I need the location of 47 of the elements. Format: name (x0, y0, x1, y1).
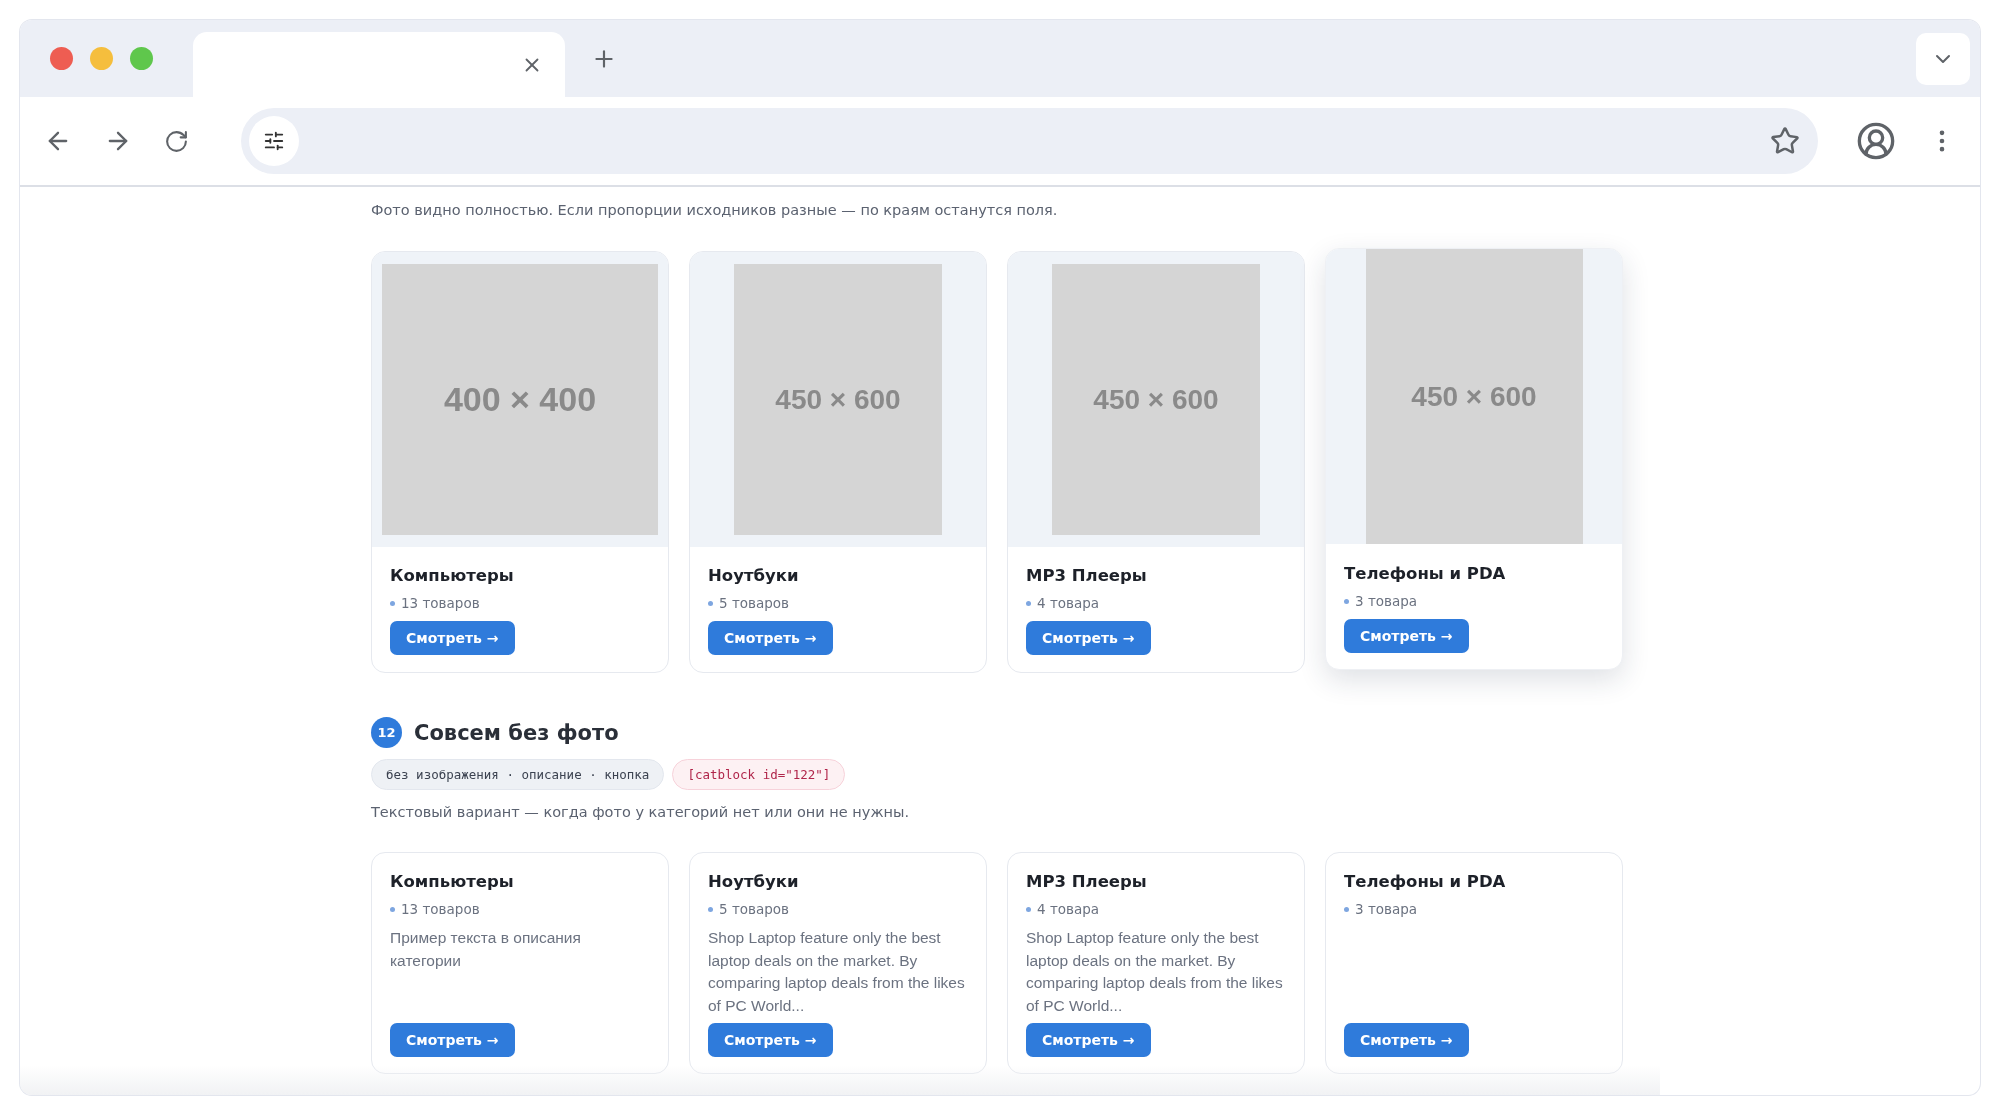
close-window-icon[interactable] (50, 47, 73, 70)
view-button[interactable]: Смотреть → (1344, 1023, 1469, 1057)
section-subtitle: Фото видно полностью. Если пропорции исходников разные — по краям останутся поля. (371, 201, 1059, 220)
dot-icon (1344, 906, 1349, 912)
dot-icon (390, 906, 395, 912)
view-button[interactable]: Смотреть → (1026, 1023, 1151, 1057)
placeholder-label: 400 × 400 (443, 380, 597, 419)
item-count: 3 товара (1355, 592, 1418, 610)
item-count: 3 товара (1355, 900, 1418, 918)
item-count: 5 товаров (719, 594, 790, 612)
dot-icon (1026, 600, 1031, 606)
section-number: 12 (371, 717, 402, 748)
feature-tag: без изображения · описание · кнопка (371, 759, 665, 790)
card-description: Shop Laptop feature only the best laptop deals on the market. By comparing laptop deals from the likes of PC World... (708, 928, 966, 1016)
dot-icon (708, 906, 713, 912)
card-description: Shop Laptop feature only the best laptop deals on the market. By comparing laptop deals from the likes of PC World... (1026, 928, 1284, 1016)
placeholder-label: 450 × 600 (775, 383, 901, 416)
item-count: 4 товара (1037, 900, 1100, 918)
item-count: 13 товаров (401, 900, 480, 918)
card-title: Компьютеры (390, 565, 515, 587)
dot-icon (390, 600, 395, 606)
view-button[interactable]: Смотреть → (1344, 619, 1469, 653)
view-button[interactable]: Смотреть → (708, 621, 833, 655)
card-title: Телефоны и PDA (1344, 563, 1507, 585)
dot-icon (1026, 906, 1031, 912)
section-subtitle: Текстовый вариант — когда фото у категорий нет или они не нужны. (371, 803, 910, 822)
card-title: MP3 Плееры (1026, 871, 1148, 893)
view-button[interactable]: Смотреть → (1026, 621, 1151, 655)
card-title: Ноутбуки (708, 565, 800, 587)
card-title: Телефоны и PDA (1344, 871, 1507, 893)
view-button[interactable]: Смотреть → (390, 1023, 515, 1057)
card-title: Компьютеры (390, 871, 515, 893)
card-description: Пример текста в описания категории (390, 928, 582, 971)
shortcode-tag: [catblock id="122"] (672, 759, 846, 790)
view-button[interactable]: Смотреть → (390, 621, 515, 655)
item-count: 5 товаров (719, 900, 790, 918)
placeholder-label: 450 × 600 (1093, 383, 1219, 416)
site-settings-icon[interactable] (249, 116, 299, 166)
section-heading: Совсем без фото (414, 720, 619, 745)
item-count: 4 товара (1037, 594, 1100, 612)
view-button[interactable]: Смотреть → (708, 1023, 833, 1057)
dot-icon (1344, 598, 1349, 604)
card-title: MP3 Плееры (1026, 565, 1148, 587)
dot-icon (708, 600, 713, 606)
placeholder-label: 450 × 600 (1411, 380, 1537, 413)
card-title: Ноутбуки (708, 871, 800, 893)
item-count: 13 товаров (401, 594, 480, 612)
